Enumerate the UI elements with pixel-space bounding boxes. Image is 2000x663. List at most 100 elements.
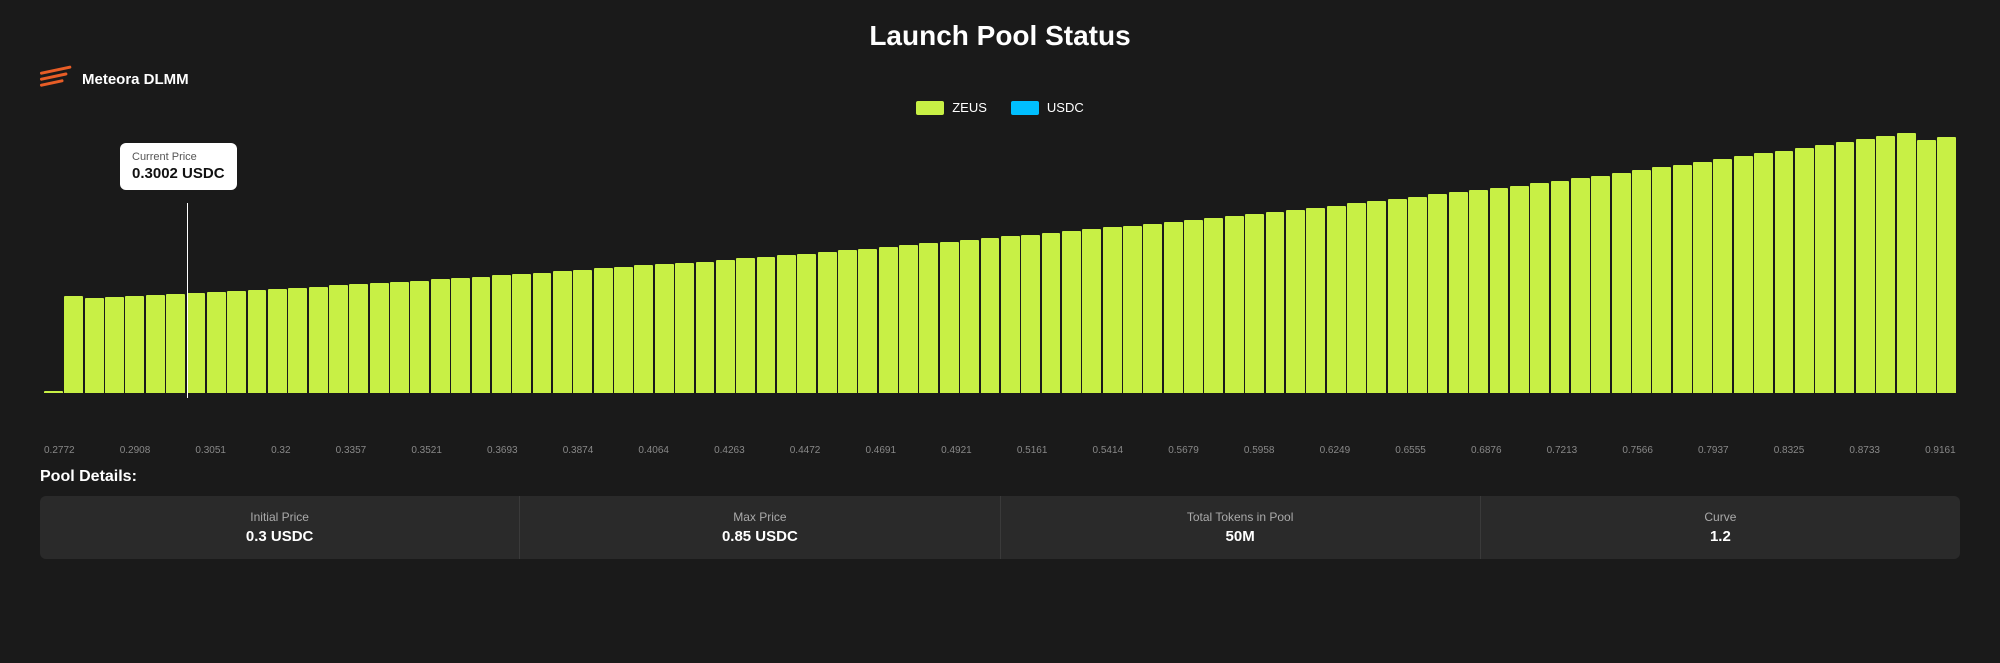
chart-bar	[105, 297, 124, 393]
chart-bar	[85, 298, 104, 393]
chart-bar	[64, 296, 83, 393]
chart-bar	[1388, 199, 1407, 393]
chart-bar	[1204, 218, 1223, 393]
pool-detail-cell: Total Tokens in Pool 50M	[1001, 496, 1481, 559]
x-axis-label: 0.5958	[1244, 445, 1275, 456]
x-axis-label: 0.6249	[1320, 445, 1351, 456]
x-axis-label: 0.7937	[1698, 445, 1729, 456]
x-axis-label: 0.5161	[1017, 445, 1048, 456]
chart-bar	[329, 285, 348, 393]
chart-bar	[1103, 227, 1122, 393]
pool-details-table: Initial Price0.3 USDCMax Price0.85 USDCT…	[40, 496, 1960, 559]
chart-bar	[838, 250, 857, 393]
chart-bar	[1042, 233, 1061, 393]
chart-bar	[1428, 194, 1447, 393]
x-axis-label: 0.3357	[336, 445, 367, 456]
pool-detail-label: Total Tokens in Pool	[1021, 510, 1460, 524]
chart-bar	[1591, 176, 1610, 393]
x-axis-label: 0.9161	[1925, 445, 1956, 456]
pool-detail-value: 50M	[1021, 528, 1460, 545]
chart-bar	[1225, 216, 1244, 393]
chart-bar	[797, 254, 816, 393]
chart-bar	[716, 260, 735, 393]
pool-detail-value: 0.85 USDC	[540, 528, 979, 545]
pool-detail-label: Curve	[1501, 510, 1940, 524]
page-container: Launch Pool Status Meteora DLMM ZEUS USD…	[0, 0, 2000, 579]
pool-detail-cell: Initial Price0.3 USDC	[40, 496, 520, 559]
legend-label-usdc: USDC	[1047, 100, 1084, 115]
chart-bar	[1652, 167, 1671, 393]
chart-bar	[370, 283, 389, 393]
tooltip-label: Current Price	[132, 151, 225, 163]
chart-bar	[1021, 235, 1040, 393]
page-title: Launch Pool Status	[40, 20, 1960, 52]
chart-bar	[390, 282, 409, 393]
x-axis-label: 0.2908	[120, 445, 151, 456]
chart-bar	[1184, 220, 1203, 393]
chart-bar	[1551, 181, 1570, 393]
chart-bar	[472, 277, 491, 393]
legend-item-zeus: ZEUS	[916, 100, 987, 115]
brand-row: Meteora DLMM	[40, 68, 1960, 90]
chart-bar	[288, 288, 307, 393]
x-axis-label: 0.2772	[44, 445, 75, 456]
chart-bar	[1327, 206, 1346, 393]
chart-legend: ZEUS USDC	[40, 100, 1960, 115]
chart-bar	[675, 263, 694, 393]
pool-detail-cell: Curve 1.2	[1481, 496, 1960, 559]
chart-bar	[512, 274, 531, 393]
x-axis-label: 0.3874	[563, 445, 594, 456]
chart-bar	[451, 278, 470, 393]
chart-bar	[309, 287, 328, 393]
chart-bar	[879, 247, 898, 393]
x-axis-label: 0.32	[271, 445, 290, 456]
pool-detail-value: 1.2	[1501, 528, 1940, 545]
chart-bar	[1775, 151, 1794, 393]
x-axis-label: 0.4472	[790, 445, 821, 456]
x-axis-label: 0.4691	[865, 445, 896, 456]
chart-bar	[1245, 214, 1264, 393]
chart-bar	[1286, 210, 1305, 393]
chart-bar	[696, 262, 715, 393]
x-axis-label: 0.3521	[411, 445, 442, 456]
chart-bar	[634, 265, 653, 393]
chart-bar	[1897, 133, 1916, 393]
chart-bar	[533, 273, 552, 393]
x-axis-label: 0.7213	[1547, 445, 1578, 456]
chart-bar	[573, 270, 592, 393]
chart-bar	[492, 275, 511, 393]
pool-detail-cell: Max Price0.85 USDC	[520, 496, 1000, 559]
chart-bar	[757, 257, 776, 393]
x-axis-label: 0.3693	[487, 445, 518, 456]
pool-details-title: Pool Details:	[40, 468, 1960, 486]
chart-bar	[1856, 139, 1875, 393]
chart-bar	[919, 243, 938, 393]
chart-bar	[207, 292, 226, 393]
chart-bar	[146, 295, 165, 393]
chart-bar	[1754, 153, 1773, 393]
chart-bar	[899, 245, 918, 393]
chart-bar	[553, 271, 572, 393]
chart-bar	[1815, 145, 1834, 393]
meteora-icon	[40, 68, 72, 90]
pool-detail-label: Initial Price	[60, 510, 499, 524]
x-axis-label: 0.5679	[1168, 445, 1199, 456]
chart-bar	[1143, 224, 1162, 393]
chart-bar	[1917, 140, 1936, 393]
chart-bar	[1164, 222, 1183, 393]
chart-bar	[187, 293, 206, 393]
chart-bar	[349, 284, 368, 393]
chart-bar	[1001, 236, 1020, 393]
x-axis-label: 0.5414	[1093, 445, 1124, 456]
chart-bar	[858, 249, 877, 393]
chart-bars	[40, 133, 1960, 393]
chart-bar	[655, 264, 674, 393]
chart-bar	[166, 294, 185, 393]
chart-bar	[960, 240, 979, 393]
chart-bar	[248, 290, 267, 393]
chart-bar	[940, 242, 959, 393]
chart-bar	[1673, 165, 1692, 393]
x-axis-label: 0.6555	[1395, 445, 1426, 456]
chart-bar	[614, 267, 633, 393]
chart-bar	[1876, 136, 1895, 393]
